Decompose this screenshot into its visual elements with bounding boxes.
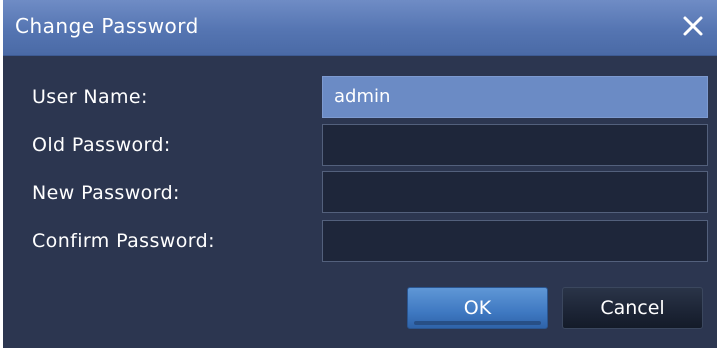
- ok-button[interactable]: OK: [407, 287, 548, 329]
- old-password-label: Old Password:: [32, 134, 171, 156]
- confirm-password-field[interactable]: [322, 220, 708, 262]
- new-password-field[interactable]: [322, 171, 708, 213]
- confirm-password-label: Confirm Password:: [32, 230, 215, 252]
- dialog-title: Change Password: [15, 14, 199, 38]
- cancel-button-label: Cancel: [600, 297, 665, 319]
- username-label: User Name:: [32, 86, 148, 108]
- dialog-titlebar: Change Password: [3, 0, 717, 56]
- old-password-field[interactable]: [322, 124, 708, 166]
- change-password-dialog: Change Password User Name: admin Old Pas…: [0, 0, 720, 351]
- cancel-button[interactable]: Cancel: [562, 287, 703, 329]
- ok-button-highlight: [414, 321, 541, 325]
- ok-button-label: OK: [463, 297, 492, 319]
- close-icon[interactable]: [677, 10, 709, 42]
- new-password-label: New Password:: [32, 182, 180, 204]
- username-field[interactable]: admin: [322, 76, 708, 118]
